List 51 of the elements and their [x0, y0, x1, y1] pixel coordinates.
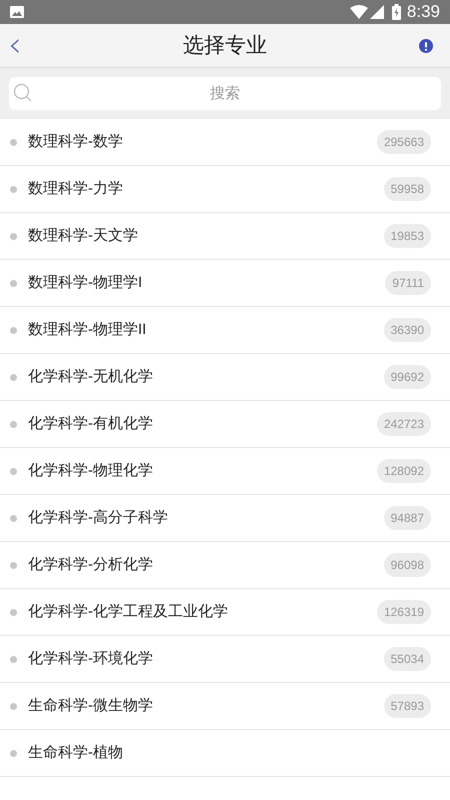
- bullet-icon: [10, 374, 17, 380]
- bullet-icon: [10, 280, 17, 286]
- count-badge: 242723: [376, 412, 431, 436]
- major-name[interactable]: 化学科学-环境化学: [28, 648, 384, 670]
- image-icon: [10, 6, 24, 18]
- major-name[interactable]: 化学科学-化学工程及工业化学: [28, 600, 377, 624]
- major-name[interactable]: 数理科学-物理学I: [28, 272, 386, 294]
- count-badge: 97111: [385, 271, 431, 295]
- battery-icon: [392, 4, 401, 20]
- major-name[interactable]: 数理科学-数学: [28, 130, 377, 154]
- count-badge: 96098: [384, 553, 431, 577]
- count-badge: 126319: [376, 600, 431, 624]
- bullet-icon: [10, 138, 17, 146]
- bullet-icon: [10, 326, 17, 334]
- bullet-icon: [10, 608, 17, 616]
- count-badge: 19853: [384, 224, 431, 248]
- count-badge: 295663: [376, 130, 431, 154]
- major-name[interactable]: 化学科学-无机化学: [28, 366, 384, 388]
- wifi-icon: [350, 5, 368, 19]
- major-name[interactable]: 化学科学-物理化学: [28, 460, 377, 482]
- major-name[interactable]: 化学科学-分析化学: [28, 554, 384, 576]
- bullet-icon: [10, 186, 17, 192]
- info-icon[interactable]: [419, 39, 433, 53]
- major-name[interactable]: 化学科学-高分子科学: [28, 506, 384, 530]
- bullet-icon: [10, 468, 17, 474]
- count-badge: 99692: [384, 365, 431, 389]
- bullet-icon: [10, 750, 17, 756]
- count-badge: 128092: [376, 459, 431, 483]
- major-name[interactable]: 数理科学-物理学II: [28, 318, 384, 342]
- bullet-icon: [10, 702, 17, 710]
- bullet-icon: [10, 514, 17, 522]
- back-button[interactable]: ‹: [8, 28, 22, 62]
- major-name[interactable]: 数理科学-力学: [28, 178, 384, 200]
- count-badge: 57893: [384, 694, 431, 718]
- search-field[interactable]: 搜索: [9, 77, 441, 110]
- signal-icon: [370, 5, 384, 19]
- bullet-icon: [10, 232, 17, 240]
- count-badge: 55034: [384, 647, 431, 671]
- major-name[interactable]: 生命科学-微生物学: [28, 694, 384, 718]
- bullet-icon: [10, 656, 17, 662]
- bullet-icon: [10, 420, 17, 428]
- bullet-icon: [10, 562, 17, 568]
- count-badge: 36390: [384, 318, 431, 342]
- count-badge: 59958: [384, 177, 431, 201]
- status-time: 8:39: [406, 1, 440, 24]
- count-badge: 94887: [384, 506, 431, 530]
- major-name[interactable]: 数理科学-天文学: [28, 224, 384, 248]
- major-name[interactable]: 生命科学-植物: [28, 742, 431, 764]
- search-icon: [13, 83, 33, 103]
- page-title: 选择专业: [183, 32, 267, 59]
- major-name[interactable]: 化学科学-有机化学: [28, 412, 377, 436]
